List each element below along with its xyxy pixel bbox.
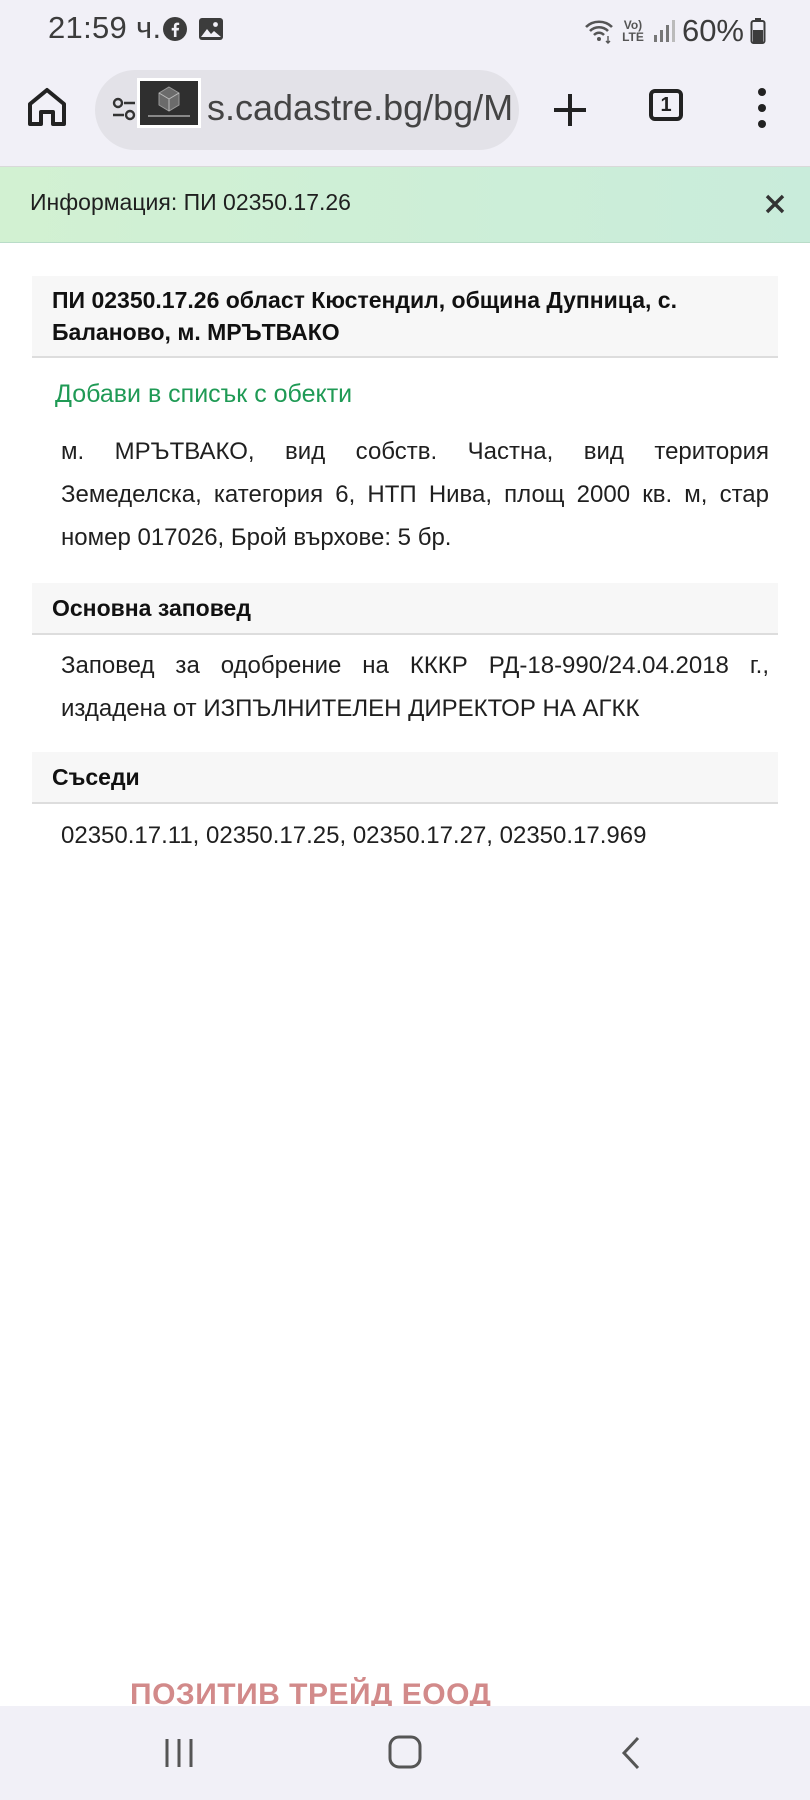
gallery-icon [199, 18, 223, 40]
recent-apps-icon[interactable] [162, 1736, 196, 1770]
system-nav-bar [0, 1706, 810, 1800]
browser-toolbar: s.cadastre.bg/bg/M 1 [0, 62, 810, 167]
neighbours-heading: Съседи [32, 752, 778, 804]
neighbours-list: 02350.17.11, 02350.17.25, 02350.17.27, 0… [61, 822, 647, 849]
site-settings-icon[interactable] [111, 96, 137, 122]
order-text: Заповед за одобрение на КККР РД-18-990/2… [61, 652, 769, 722]
info-title: Информация: ПИ 02350.17.26 [30, 189, 351, 215]
home-icon[interactable] [387, 1733, 423, 1771]
home-icon[interactable] [24, 84, 70, 130]
more-menu-icon[interactable] [752, 84, 772, 132]
volte-label-line2: LTE [622, 30, 644, 44]
plot-description: м. МРЪТВАКО, вид собств. Частна, вид тер… [61, 438, 769, 551]
new-tab-icon[interactable] [548, 88, 592, 132]
cube-logo-icon [148, 86, 190, 117]
status-bar: 21:59 ч. Vo) LTE 60% [0, 0, 810, 62]
info-banner: Информация: ПИ 02350.17.26 [0, 167, 810, 243]
url-text: s.cadastre.bg/bg/M [207, 87, 514, 128]
close-icon[interactable] [758, 187, 792, 221]
volte-icon: Vo) LTE [620, 19, 646, 43]
site-logo-overlay [137, 78, 201, 128]
tab-count: 1 [660, 94, 672, 116]
back-icon[interactable] [618, 1734, 644, 1772]
facebook-icon [163, 17, 187, 41]
address-bar[interactable]: s.cadastre.bg/bg/M [95, 70, 519, 150]
tab-switcher-icon[interactable]: 1 [649, 89, 683, 121]
status-time: 21:59 ч. [48, 10, 162, 45]
plot-heading: ПИ 02350.17.26 област Кюстендил, община … [32, 276, 778, 358]
battery-percentage: 60% [681, 13, 744, 48]
order-heading: Основна заповед [32, 583, 778, 635]
wifi-icon [585, 20, 613, 44]
status-indicators: Vo) LTE 60% [584, 10, 766, 52]
signal-icon [653, 20, 675, 42]
add-to-list-link[interactable]: Добави в списък с обекти [55, 380, 352, 409]
battery-icon [750, 18, 766, 44]
